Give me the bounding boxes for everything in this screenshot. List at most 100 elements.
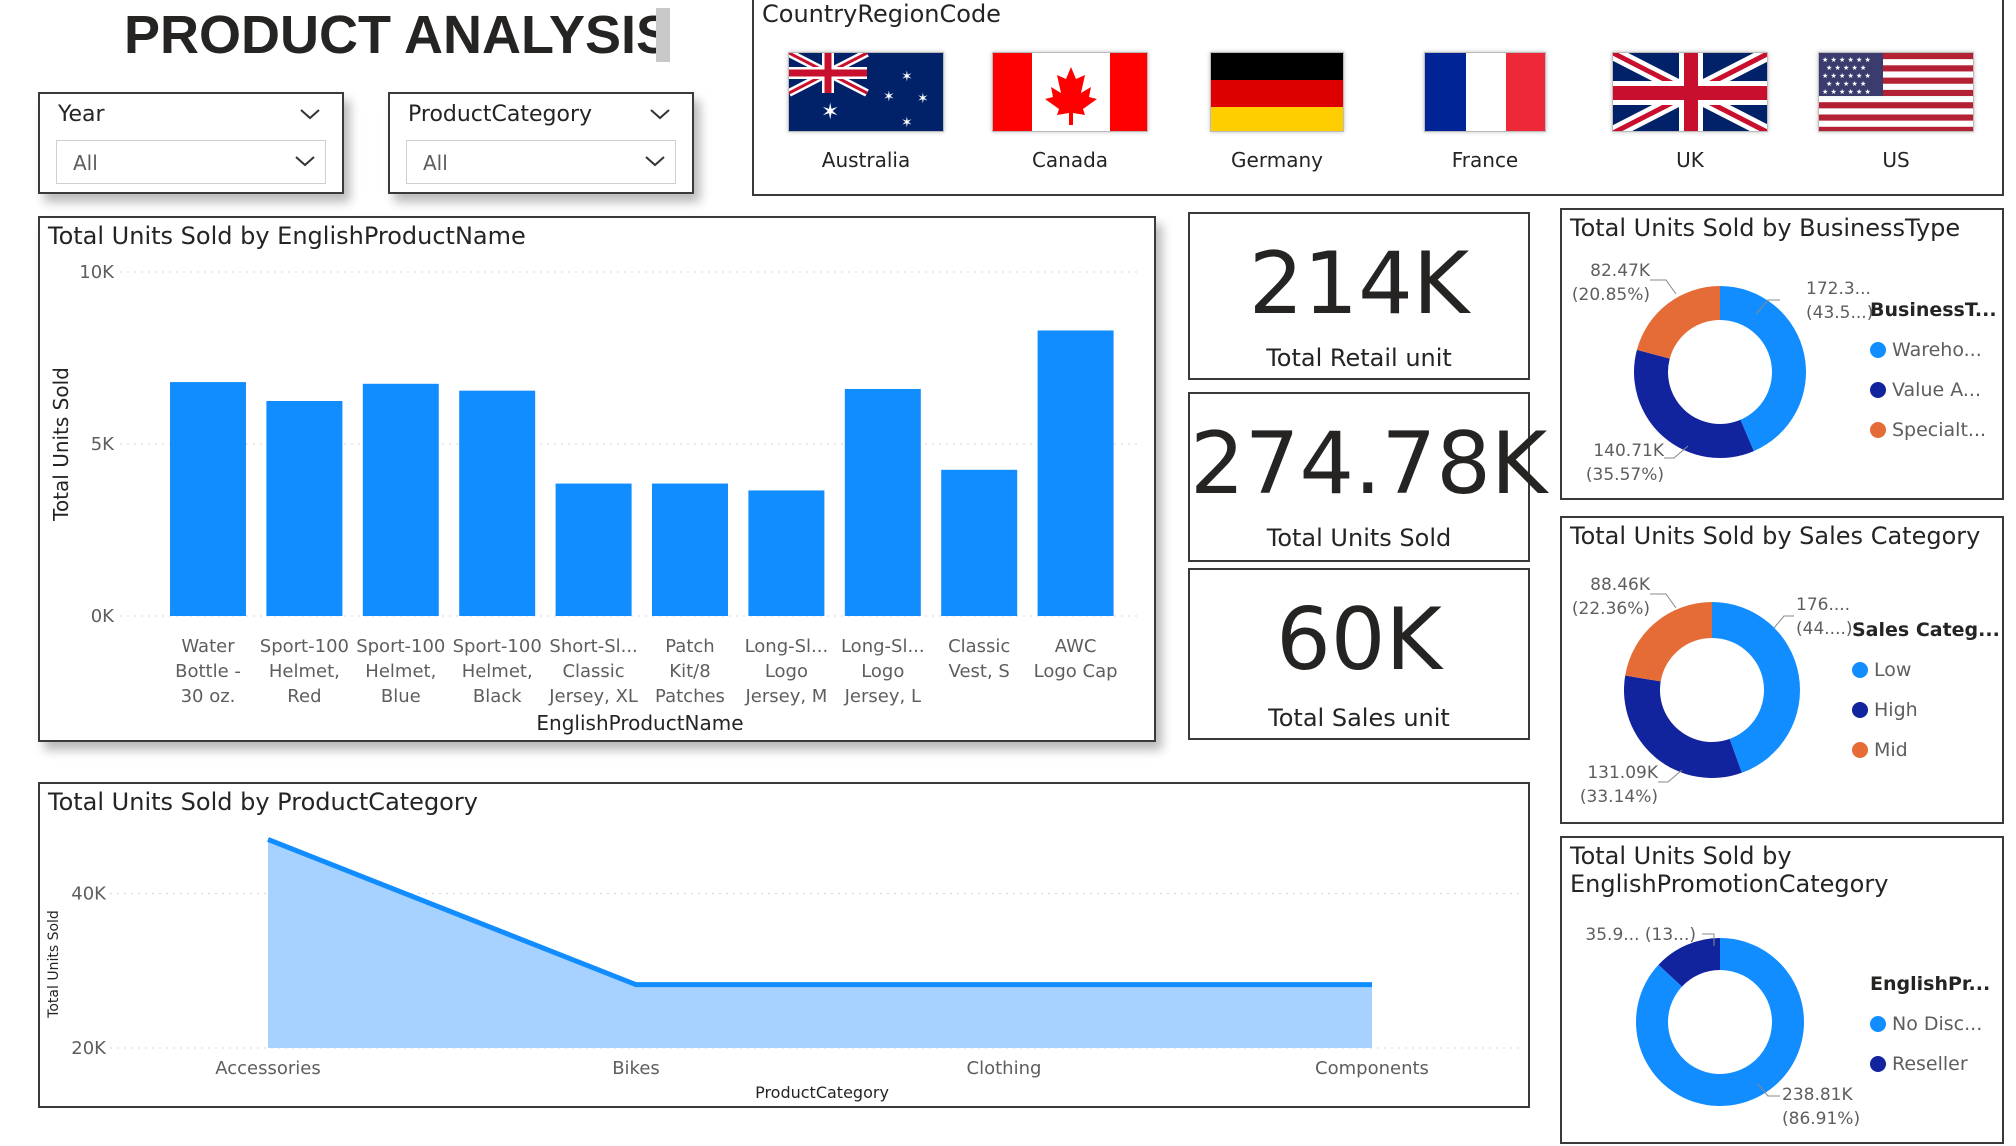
chevron-down-icon[interactable] [298,106,322,122]
chevron-down-icon [645,156,665,167]
data-label: (43.5...) [1806,303,1873,323]
y-tick-label: 10K [79,262,115,283]
kpi-card-retail: 214K Total Retail unit [1188,212,1530,380]
svg-text:★ ★ ★ ★ ★ ★: ★ ★ ★ ★ ★ ★ [1822,88,1871,96]
data-label: 82.47K [1590,261,1651,281]
x-tick-label: Black [473,686,522,707]
legend-marker [1870,342,1886,358]
donut-sales-card: Total Units Sold by Sales Category 176..… [1560,516,2004,824]
slicer-label: ProductCategory [408,102,593,127]
x-tick-label: Helmet, [365,661,436,682]
leader-line [1773,615,1794,629]
svg-text:✶: ✶ [917,91,929,107]
x-axis-label: EnglishProductName [536,711,743,735]
australia-flag-icon[interactable]: ✶ ✶ ✶ ✶ ✶ [788,52,944,132]
country-label-australia[interactable]: Australia [776,148,956,172]
y-axis-label: Total Units Sold [46,910,62,1019]
y-tick-label: 20K [71,1038,107,1059]
donut-promo-card: Total Units Sold by EnglishPromotionCate… [1560,836,2004,1144]
product-category-slicer[interactable]: ProductCategory All [388,92,694,194]
country-label-us[interactable]: US [1806,148,1986,172]
slicer-label: Year [58,102,105,127]
legend-marker [1870,422,1886,438]
data-label: (44....) [1796,619,1853,639]
us-flag-icon[interactable]: ★ ★ ★ ★ ★ ★ ★ ★ ★ ★ ★ ★ ★ ★ ★ ★ ★ ★ ★ ★ … [1818,52,1974,132]
data-label: 238.81K [1782,1085,1853,1105]
data-label: 131.09K [1587,763,1658,783]
legend-marker [1870,1016,1886,1032]
y-tick-label: 40K [71,884,107,905]
donut-promo-chart[interactable]: 238.81K (86.91%) 35.9... (13...) EnglishPr.… [1562,838,2002,1142]
uk-flag-icon[interactable] [1612,52,1768,132]
product-category-dropdown[interactable]: All [406,140,676,184]
data-label: 140.71K [1593,441,1664,461]
germany-flag-icon[interactable] [1210,52,1344,132]
data-label: (35.57%) [1586,465,1664,485]
bar [266,401,343,616]
year-dropdown[interactable]: All [56,140,326,184]
data-label: 35.9... (13...) [1585,925,1696,945]
x-tick-label: Sport-100 [356,636,445,657]
canada-flag-icon[interactable] [992,52,1148,132]
bar [844,388,921,616]
legend-label: Low [1874,659,1911,681]
x-tick-label: Logo Cap [1034,661,1118,682]
svg-text:★ ★ ★ ★ ★ ★: ★ ★ ★ ★ ★ ★ [1822,56,1871,64]
kpi-card-total-units: 274.78K Total Units Sold [1188,392,1547,562]
bar [652,483,728,616]
legend-label: Wareho... [1892,339,1982,361]
y-tick-label: 5K [91,434,115,455]
donut-sales-chart[interactable]: 176.... (44....) 131.09K (33.14%) 88.46K (22.… [1562,518,2002,822]
legend-title: BusinessT... [1870,299,1997,321]
kpi-label: Total Units Sold [1266,524,1452,552]
bar [1037,330,1114,616]
area-chart-card: Total Units Sold by ProductCategory 40K 2… [38,782,1530,1108]
country-slicer-title: CountryRegionCode [762,0,1001,28]
chevron-down-icon[interactable] [648,106,672,122]
legend-label: Value A... [1892,379,1981,401]
x-tick-label: Bottle - [175,661,241,682]
leader-line [1650,279,1677,295]
bar [170,382,246,616]
x-tick-label: Logo [765,661,808,682]
donut-business-chart[interactable]: 172.3... (43.5...) 140.71K (35.57%) 82.47K (2… [1562,210,2002,498]
y-tick-label: 0K [91,606,115,627]
x-tick-label: Jersey, L [844,686,921,707]
data-label: 172.3... [1806,279,1871,299]
legend-marker [1870,382,1886,398]
bar-chart-card: Total Units Sold by EnglishProductName 1… [38,216,1156,742]
x-tick-label: Sport-100 [453,636,542,657]
x-tick-label: Helmet, [462,661,533,682]
data-label: 176.... [1796,595,1850,615]
area-fill [268,839,1372,1048]
bar-chart[interactable]: 10K 5K 0K Total Units Sold Water Bottle - 30 o… [40,218,1154,740]
x-tick-label: Sport-100 [260,636,349,657]
data-label: (86.91%) [1782,1109,1860,1129]
country-label-france[interactable]: France [1395,148,1575,172]
legend-title: EnglishPr... [1870,973,1990,995]
legend-marker [1852,702,1868,718]
year-slicer[interactable]: Year All [38,92,344,194]
france-flag-icon[interactable] [1424,52,1546,132]
country-label-canada[interactable]: Canada [980,148,1160,172]
y-axis-label: Total Units Sold [49,367,73,522]
legend-label: High [1874,699,1918,721]
x-tick-label: Patches [655,686,725,707]
x-tick-label: Jersey, XL [548,686,638,707]
svg-text:✶: ✶ [901,69,913,85]
x-tick-label: Helmet, [269,661,340,682]
legend-label: Specialt... [1892,419,1986,441]
x-tick-label: Long-Sl... [745,636,829,657]
x-tick-label: Red [287,686,321,707]
area-chart[interactable]: 40K 20K Total Units Sold Accessories Bikes Cl… [40,784,1528,1106]
x-tick-label: Vest, S [949,661,1010,682]
country-label-germany[interactable]: Germany [1187,148,1367,172]
slicer-value: All [73,151,98,175]
data-label: 88.46K [1590,575,1651,595]
data-label: (20.85%) [1572,285,1650,305]
x-tick-label: Kit/8 [669,661,710,682]
bar [362,383,439,616]
x-tick-label: Clothing [967,1058,1042,1079]
legend-marker [1870,1056,1886,1072]
country-label-uk[interactable]: UK [1600,148,1780,172]
